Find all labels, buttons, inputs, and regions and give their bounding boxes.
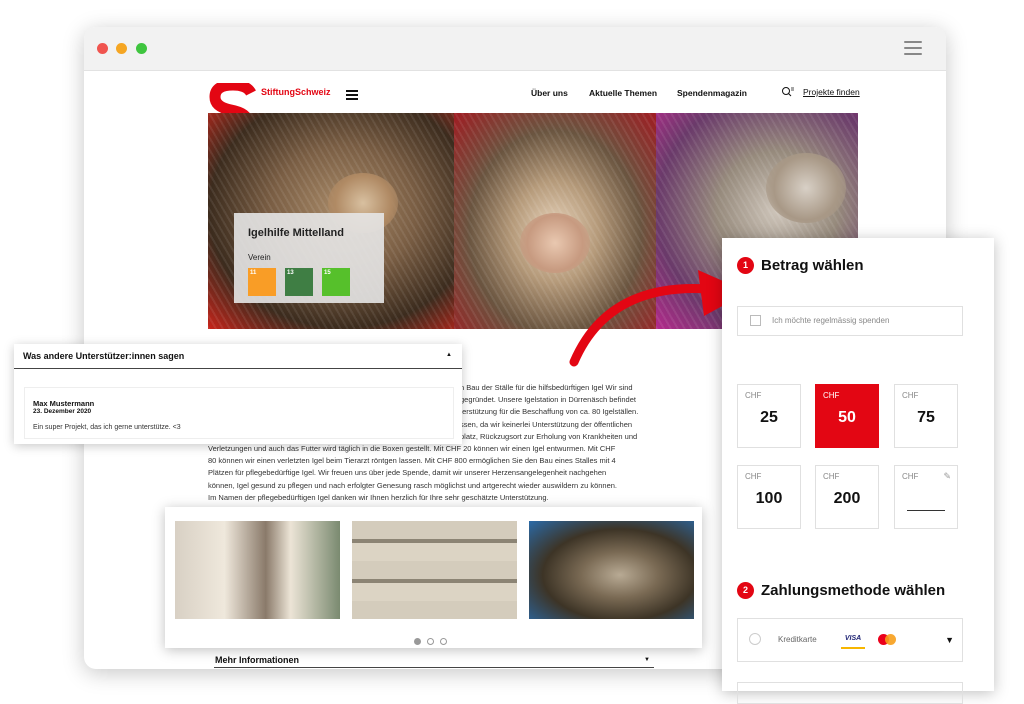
- currency-label: CHF: [902, 391, 919, 400]
- caret-up-icon: ▲: [446, 352, 452, 358]
- amount-option-100[interactable]: CHF 100: [737, 465, 801, 529]
- pencil-icon: ✎: [943, 471, 951, 481]
- organization-card: Igelhilfe Mittelland Verein 11 13 15: [234, 213, 384, 303]
- search-icon[interactable]: [781, 86, 795, 98]
- description-line: Plätzen für pflegebedürftige Igel. Wir f…: [208, 468, 607, 478]
- mastercard-icon: [878, 634, 896, 645]
- currency-label: CHF: [823, 391, 840, 400]
- description-line: können, Igel gesund zu pflegen und nach …: [208, 480, 618, 490]
- browser-menu-icon[interactable]: [904, 41, 922, 55]
- minimize-window-button[interactable]: [116, 43, 127, 54]
- testimonials-title: Was andere Unterstützer:innen sagen: [23, 351, 185, 361]
- currency-label: CHF: [745, 391, 762, 400]
- nav-donation-magazine[interactable]: Spendenmagazin: [677, 88, 747, 98]
- sdg-13-icon: 13: [285, 268, 313, 296]
- sdg-15-icon: 15: [322, 268, 350, 296]
- step-1-title: Betrag wählen: [761, 257, 864, 274]
- organization-type: Verein: [248, 253, 271, 262]
- site-menu-icon[interactable]: [346, 90, 358, 102]
- currency-label: CHF: [823, 472, 840, 481]
- organization-name: Igelhilfe Mittelland: [248, 227, 344, 239]
- amount-value: 100: [755, 490, 783, 507]
- testimonial-author: Max Mustermann: [33, 399, 95, 408]
- testimonials-panel: Was andere Unterstützer:innen sagen ▲ Ma…: [14, 344, 462, 444]
- site-header: StiftungSchweiz Über uns Aktuelle Themen…: [84, 70, 946, 135]
- maximize-window-button[interactable]: [136, 43, 147, 54]
- recurring-donation-option[interactable]: Ich möchte regelmässig spenden: [737, 306, 963, 336]
- currency-label: CHF: [902, 472, 919, 481]
- custom-amount-field[interactable]: [907, 510, 945, 511]
- find-projects-link[interactable]: Projekte finden: [803, 87, 860, 97]
- custom-amount-input[interactable]: CHF ✎: [894, 465, 958, 529]
- nav-about-us[interactable]: Über uns: [531, 88, 568, 98]
- sdg-11-icon: 11: [248, 268, 276, 296]
- amount-option-50[interactable]: CHF 50: [815, 384, 879, 448]
- description-line: Im Namen der pflegebedürftigen Igel dank…: [208, 492, 549, 502]
- gallery-image-2[interactable]: [352, 521, 517, 619]
- more-info-label: Mehr Informationen: [215, 655, 300, 665]
- more-info-toggle[interactable]: Mehr Informationen ▼: [214, 653, 654, 668]
- caret-down-icon: ▼: [644, 657, 650, 663]
- amount-value: 50: [838, 409, 856, 426]
- amount-value: 75: [917, 409, 935, 426]
- caret-down-icon[interactable]: ▼: [945, 635, 954, 645]
- gallery-image-3[interactable]: [529, 521, 694, 619]
- amount-option-200[interactable]: CHF 200: [815, 465, 879, 529]
- image-gallery: [165, 507, 702, 648]
- window-titlebar: [84, 27, 946, 71]
- testimonial-card: Max Mustermann 23. Dezember 2020 Ein sup…: [24, 387, 454, 439]
- recurring-checkbox[interactable]: [750, 315, 761, 326]
- recurring-label: Ich möchte regelmässig spenden: [772, 316, 890, 325]
- gallery-dot[interactable]: [414, 638, 421, 645]
- amount-value: 25: [760, 409, 778, 426]
- visa-icon: VISA: [841, 633, 865, 649]
- payment-method-option[interactable]: [737, 682, 963, 704]
- donation-panel: 1 Betrag wählen Ich möchte regelmässig s…: [722, 238, 994, 704]
- description-line: 80 können wir einen verletzten Igel beim…: [208, 456, 616, 466]
- amount-value: 200: [833, 490, 861, 507]
- step-2-title: Zahlungsmethode wählen: [761, 582, 946, 599]
- gallery-dot[interactable]: [440, 638, 447, 645]
- payment-method-label: Kreditkarte: [778, 635, 817, 644]
- gallery-pagination: [414, 632, 453, 650]
- brand-name[interactable]: StiftungSchweiz: [261, 87, 331, 97]
- payment-method-creditcard[interactable]: Kreditkarte VISA ▼: [737, 618, 963, 662]
- close-window-button[interactable]: [97, 43, 108, 54]
- nav-current-topics[interactable]: Aktuelle Themen: [589, 88, 657, 98]
- gallery-image-1[interactable]: [175, 521, 340, 619]
- amount-option-25[interactable]: CHF 25: [737, 384, 801, 448]
- testimonial-date: 23. Dezember 2020: [33, 408, 92, 415]
- testimonial-text: Ein super Projekt, das ich gerne unterst…: [33, 424, 181, 431]
- step-2-badge: 2: [737, 582, 754, 599]
- payment-radio[interactable]: [749, 633, 761, 645]
- currency-label: CHF: [745, 472, 762, 481]
- testimonials-header[interactable]: Was andere Unterstützer:innen sagen ▲: [14, 344, 462, 369]
- amount-option-75[interactable]: CHF 75: [894, 384, 958, 448]
- description-line: Verletzungen und auch das Futter wird tä…: [208, 444, 616, 454]
- gallery-dot[interactable]: [427, 638, 434, 645]
- step-1-badge: 1: [737, 257, 754, 274]
